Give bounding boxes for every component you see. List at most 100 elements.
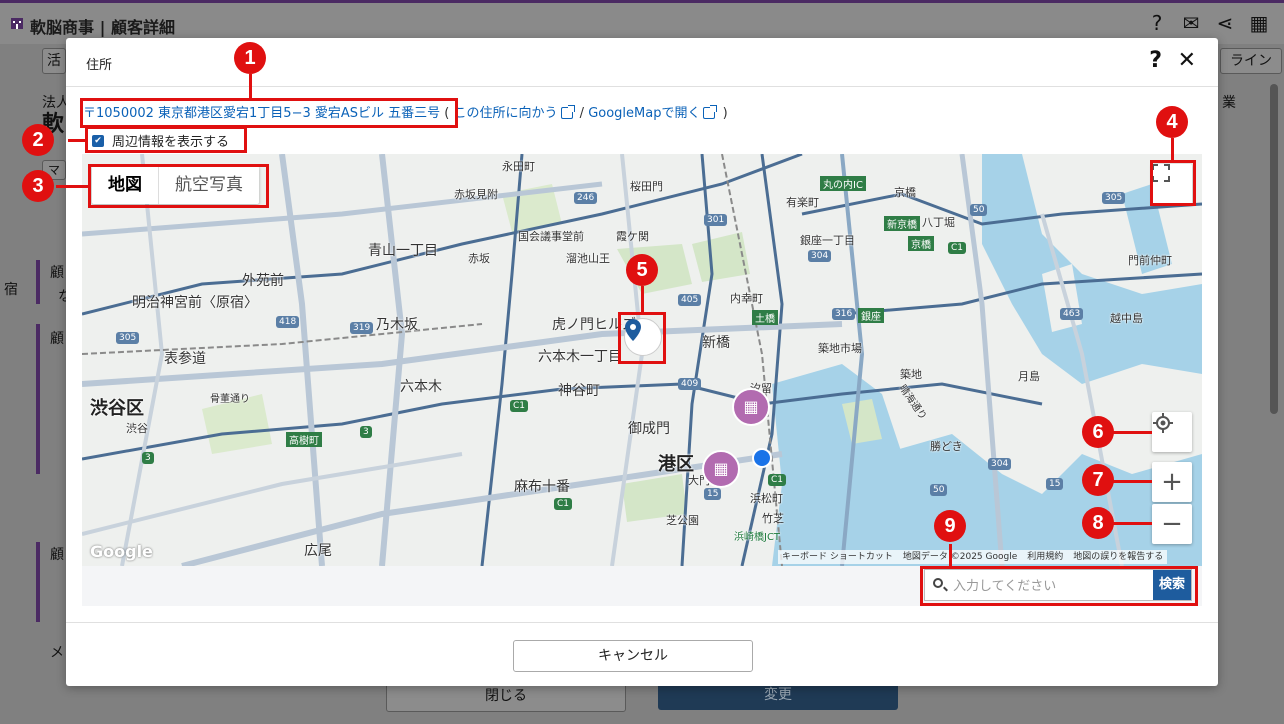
place-label: 高樹町 xyxy=(286,432,322,447)
annotation-badge-8: 8 xyxy=(1082,507,1114,539)
external-link-icon xyxy=(560,105,575,119)
annotation-box-9 xyxy=(920,566,1198,606)
bg-scrollbar xyxy=(1270,84,1278,414)
building-pin-icon[interactable]: ▦ xyxy=(702,450,740,488)
place-label: 新京橋 xyxy=(884,216,920,231)
annotation-badge-5: 5 xyxy=(626,254,658,286)
place-label: 外苑前 xyxy=(242,273,284,289)
route-shield: 50 xyxy=(970,204,988,216)
place-label: 桜田門 xyxy=(630,180,663,193)
map-canvas[interactable]: 渋谷区 港区 永田町 桜田門 赤坂見附 国会議事堂前 霞ケ関 溜池山王 赤坂 青… xyxy=(82,154,1202,604)
place-label: 国会議事堂前 xyxy=(518,230,584,243)
bg-section-bar xyxy=(36,260,40,304)
separator: / xyxy=(579,106,585,121)
annotation-badge-2: 2 xyxy=(22,124,54,156)
place-label: 八丁堀 xyxy=(922,216,955,229)
plus-icon: + xyxy=(1161,467,1183,497)
help-icon[interactable]: ? xyxy=(1149,48,1162,73)
place-label: 麻布十番 xyxy=(514,479,570,495)
place-label: 明治神宮前〈原宿〉 xyxy=(132,295,258,311)
annotation-leader xyxy=(641,286,644,312)
place-label: 築地 xyxy=(900,368,922,381)
bg-fragment: 顧 xyxy=(50,547,64,563)
close-icon[interactable]: ✕ xyxy=(1178,48,1196,73)
bg-fragment: メ xyxy=(50,645,64,661)
terms-link[interactable]: 利用規約 xyxy=(1027,550,1063,564)
place-label: 土橋 xyxy=(752,310,778,325)
place-label: 銀座 xyxy=(858,308,884,323)
route-shield: 246 xyxy=(574,192,598,204)
building-pin-icon[interactable]: ▦ xyxy=(732,388,770,426)
place-label: 表参道 xyxy=(164,351,206,367)
route-shield: 15 xyxy=(1046,478,1064,490)
place-label: 浜松町 xyxy=(750,492,783,505)
place-label: 永田町 xyxy=(502,160,535,173)
annotation-box-1 xyxy=(80,98,458,128)
place-label: 神谷町 xyxy=(558,383,600,399)
route-shield: 418 xyxy=(276,316,300,328)
route-shield: C1 xyxy=(510,400,529,412)
qr-code-icon[interactable]: ▦ xyxy=(1248,11,1270,35)
place-label: 赤坂見附 xyxy=(454,188,498,201)
modal-title: 住所 xyxy=(86,58,113,73)
place-label: 広尾 xyxy=(304,543,332,559)
annotation-leader xyxy=(1112,480,1152,483)
app-title: 軟脳商事 | 顧客詳細 xyxy=(30,18,175,37)
route-shield: C1 xyxy=(768,474,787,486)
annotation-leader xyxy=(1112,522,1152,525)
map-data-credit: 地図データ ©2025 Google xyxy=(902,552,1018,562)
route-shield: 50 xyxy=(930,484,948,496)
bg-label-right: 業 xyxy=(1222,95,1236,111)
route-shield: 405 xyxy=(678,294,702,306)
place-label: 銀座一丁目 xyxy=(800,234,855,247)
annotation-leader xyxy=(949,544,952,566)
my-location-icon xyxy=(1153,413,1173,433)
route-shield: C1 xyxy=(554,498,573,510)
route-shield: 3 xyxy=(142,452,154,464)
keyboard-shortcuts-link[interactable]: キーボード ショートカット xyxy=(782,550,893,564)
route-shield: 305 xyxy=(116,332,140,344)
bg-section-bar xyxy=(36,542,40,622)
route-shield: 319 xyxy=(350,322,374,334)
report-error-link[interactable]: 地図の誤りを報告する xyxy=(1073,550,1163,564)
route-shield: 304 xyxy=(988,458,1012,470)
bg-tab: 活 xyxy=(42,48,66,74)
route-shield: 15 xyxy=(704,488,722,500)
company-logo-icon xyxy=(11,18,23,29)
annotation-badge-6: 6 xyxy=(1082,416,1114,448)
annotation-badge-3: 3 xyxy=(22,170,54,202)
place-label: 丸の内IC xyxy=(820,176,866,191)
route-shield: 304 xyxy=(808,250,832,262)
annotation-leader xyxy=(56,185,88,188)
route-link[interactable]: この住所に向かう xyxy=(454,106,558,121)
route-shield: C1 xyxy=(948,242,967,254)
bg-fragment: 顧 xyxy=(50,265,64,281)
annotation-badge-1: 1 xyxy=(234,42,266,74)
googlemap-link[interactable]: GoogleMapで開く xyxy=(588,106,700,121)
place-label: 溜池山王 xyxy=(566,252,610,265)
bg-section-bar xyxy=(36,324,40,474)
map-footer: キーボード ショートカット 地図データ ©2025 Google 利用規約 地図… xyxy=(778,550,1168,564)
place-label: 新橋 xyxy=(702,335,730,351)
help-icon[interactable]: ? xyxy=(1146,11,1168,35)
place-label: 六本木一丁目 xyxy=(538,349,622,365)
place-label: 京橋 xyxy=(894,186,916,199)
annotation-box-5 xyxy=(618,312,666,364)
my-location-button[interactable] xyxy=(1152,412,1192,452)
place-label: 渋谷 xyxy=(126,422,148,435)
place-label: 内幸町 xyxy=(730,292,763,305)
place-label: 芝公園 xyxy=(666,514,699,527)
zoom-out-button[interactable]: − xyxy=(1152,504,1192,544)
place-label: 門前仲町 xyxy=(1128,254,1172,267)
zoom-in-button[interactable]: + xyxy=(1152,462,1192,502)
annotation-leader xyxy=(1171,138,1174,160)
district-label: 渋谷区 xyxy=(90,398,144,419)
external-link-icon xyxy=(703,105,718,119)
annotation-box-4 xyxy=(1150,160,1196,206)
mail-icon[interactable]: ✉ xyxy=(1180,11,1202,35)
annotation-leader xyxy=(1112,431,1152,434)
share-icon[interactable]: ⋖ xyxy=(1214,11,1236,35)
place-label: 赤坂 xyxy=(468,252,490,265)
cancel-button[interactable]: キャンセル xyxy=(513,640,753,672)
bg-right-button: ライン xyxy=(1220,48,1282,74)
